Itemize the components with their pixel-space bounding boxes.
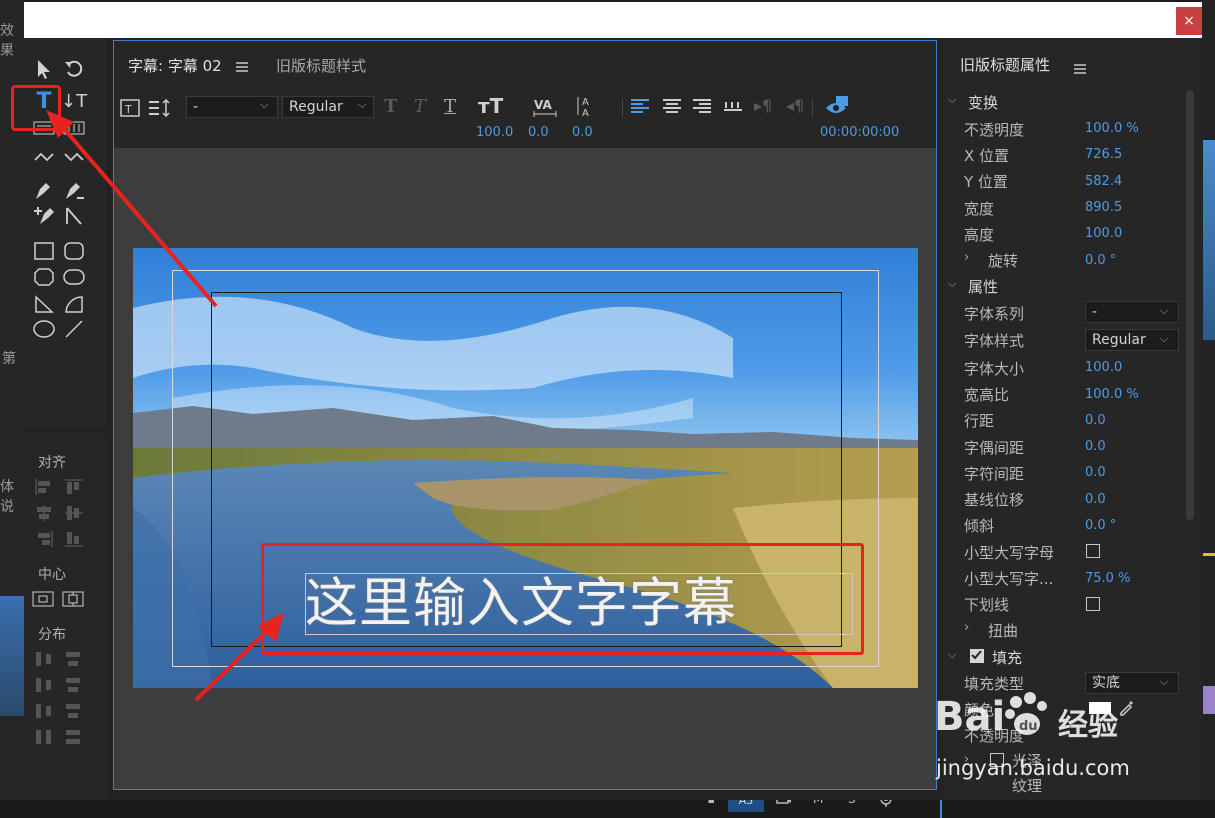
height-label: 高度 <box>964 226 995 244</box>
small-caps-size-label: 小型大写字... <box>964 570 1054 588</box>
properties-panel: 旧版标题属性 ⌵ 变换 不透明度 100.0 % X 位置 726.5 Y 位置… <box>944 40 1202 800</box>
y-position-value[interactable]: 582.4 <box>1085 174 1122 189</box>
fill-checkbox[interactable] <box>970 649 984 663</box>
small-caps-checkbox[interactable] <box>1086 544 1100 558</box>
leading-label: 行距 <box>964 412 995 430</box>
rotation-label: 旋转 <box>988 252 1019 270</box>
width-value[interactable]: 890.5 <box>1085 200 1122 215</box>
svg-text:du: du <box>1019 719 1038 734</box>
opacity-label: 不透明度 <box>964 121 1025 139</box>
chevron-down-icon[interactable]: ⌵ <box>948 648 956 662</box>
chevron-down-icon[interactable]: ⌵ <box>948 93 956 107</box>
tab-properties[interactable]: 旧版标题属性 <box>960 54 1050 75</box>
aspect-value[interactable]: 100.0 % <box>1085 387 1139 402</box>
chevron-down-icon: ⌵ <box>1160 675 1169 688</box>
small-caps-label: 小型大写字母 <box>964 544 1055 562</box>
paw-logo-icon: du <box>1004 692 1050 742</box>
kerning-label: 字偶间距 <box>964 439 1025 457</box>
aspect-label: 宽高比 <box>964 386 1010 404</box>
section-transform[interactable]: 变换 <box>968 92 998 113</box>
slant-label: 倾斜 <box>964 517 995 535</box>
chevron-right-icon[interactable]: › <box>964 620 969 635</box>
tracking-value[interactable]: 0.0 <box>1085 465 1106 480</box>
watermark-brand-2: 经验 <box>1058 708 1118 743</box>
rotation-value[interactable]: 0.0 ° <box>1085 253 1116 268</box>
chevron-down-icon: ⌵ <box>1160 332 1169 345</box>
section-attributes[interactable]: 属性 <box>968 276 998 297</box>
underline-checkbox[interactable] <box>1086 597 1100 611</box>
slant-value[interactable]: 0.0 ° <box>1085 518 1116 533</box>
chevron-down-icon: ⌵ <box>1160 304 1169 317</box>
font-family-label: 字体系列 <box>964 305 1025 323</box>
kerning-value[interactable]: 0.0 <box>1085 439 1106 454</box>
tracking-label: 字符间距 <box>964 465 1025 483</box>
x-position-value[interactable]: 726.5 <box>1085 147 1122 162</box>
opacity-value[interactable]: 100.0 % <box>1085 121 1139 136</box>
chevron-right-icon[interactable]: › <box>964 250 969 265</box>
baseline-shift-label: 基线位移 <box>964 491 1025 509</box>
menu-icon[interactable] <box>1074 60 1086 79</box>
watermark: Bai du 经验 jingyan.baidu.com <box>934 690 1154 790</box>
x-position-label: X 位置 <box>964 147 1010 165</box>
scrollbar[interactable] <box>1186 90 1194 520</box>
underline-label: 下划线 <box>964 596 1010 614</box>
height-value[interactable]: 100.0 <box>1085 226 1122 241</box>
width-label: 宽度 <box>964 200 995 218</box>
font-style-label: 字体样式 <box>964 332 1025 350</box>
small-caps-size-value[interactable]: 75.0 % <box>1085 571 1130 586</box>
leading-value[interactable]: 0.0 <box>1085 413 1106 428</box>
distort-label: 扭曲 <box>988 622 1019 640</box>
baseline-shift-value[interactable]: 0.0 <box>1085 492 1106 507</box>
y-position-label: Y 位置 <box>964 173 1008 191</box>
font-size-label: 字体大小 <box>964 360 1025 378</box>
watermark-brand: Bai <box>934 694 1006 740</box>
section-fill[interactable]: 填充 <box>992 647 1022 668</box>
watermark-url: jingyan.baidu.com <box>936 756 1130 780</box>
font-size-value[interactable]: 100.0 <box>1085 360 1122 375</box>
chevron-down-icon[interactable]: ⌵ <box>948 277 956 291</box>
